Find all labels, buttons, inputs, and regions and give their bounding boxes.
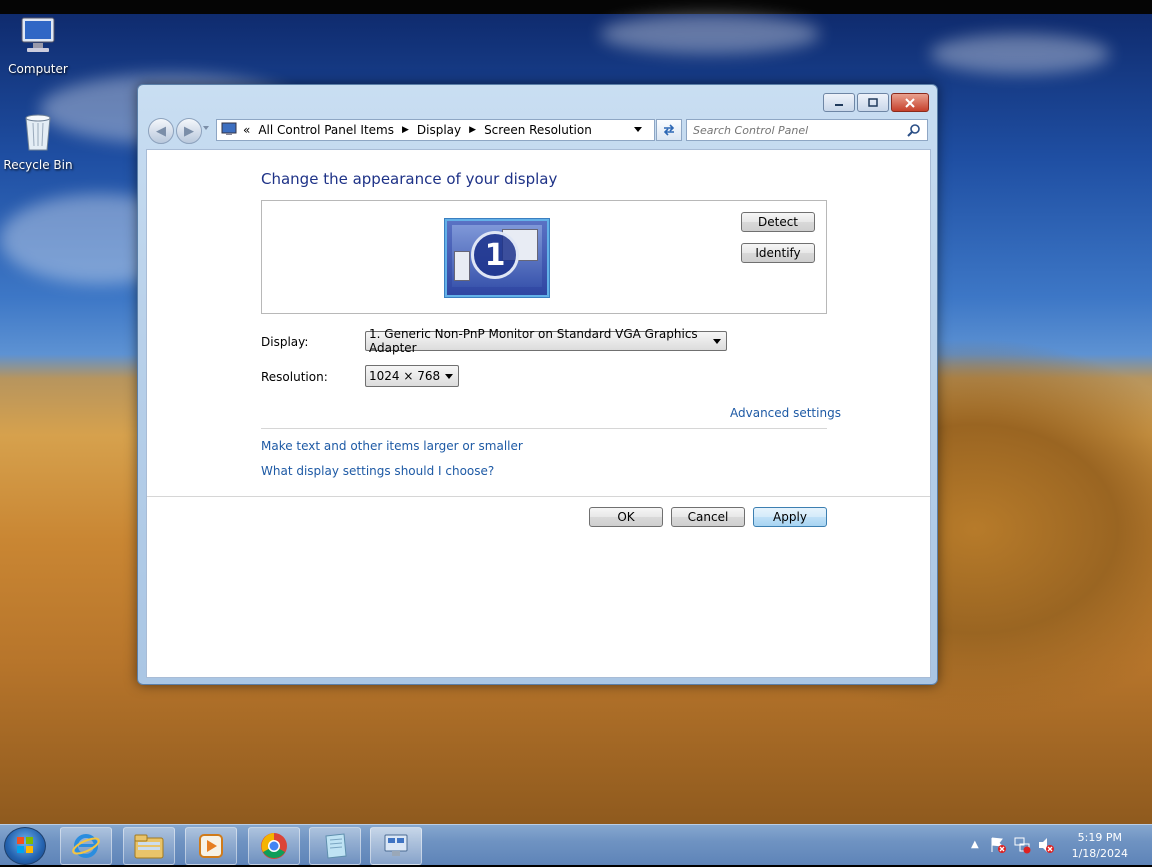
search-icon[interactable] xyxy=(907,123,921,137)
network-icon[interactable] xyxy=(1013,836,1031,854)
minimize-button[interactable] xyxy=(823,93,855,112)
chevron-down-icon xyxy=(713,339,721,344)
recycle-bin-icon xyxy=(16,110,60,154)
show-hidden-icons-icon[interactable]: ▲ xyxy=(971,839,979,850)
desktop-icon-recycle-bin[interactable]: Recycle Bin xyxy=(0,110,78,172)
address-bar[interactable]: « All Control Panel Items ▶ Display ▶ Sc… xyxy=(216,119,655,141)
search-box[interactable] xyxy=(686,119,928,141)
clock-time: 5:19 PM xyxy=(1077,831,1122,844)
forward-arrow-icon: ▶ xyxy=(184,123,194,139)
page-title: Change the appearance of your display xyxy=(261,170,558,188)
taskbar: ▲ 5:19 PM 1/18/2024 xyxy=(0,824,1152,865)
control-panel-icon xyxy=(221,122,237,139)
display-select[interactable]: 1. Generic Non-PnP Monitor on Standard V… xyxy=(365,327,727,355)
content-pane: Change the appearance of your display 1 … xyxy=(146,149,931,678)
back-button[interactable]: ◀ xyxy=(148,118,174,144)
breadcrumb-separator-icon[interactable]: ▶ xyxy=(402,125,409,135)
clock-date: 1/18/2024 xyxy=(1071,847,1128,860)
system-tray: ▲ 5:19 PM 1/18/2024 xyxy=(967,825,1152,865)
resolution-label: Resolution: xyxy=(261,370,328,384)
display-help-link[interactable]: What display settings should I choose? xyxy=(261,464,494,478)
desktop-icon-computer[interactable]: Computer xyxy=(0,14,78,76)
taskbar-internet-explorer[interactable] xyxy=(60,827,112,865)
taskbar-windows-explorer[interactable] xyxy=(123,827,175,865)
close-button[interactable] xyxy=(891,93,929,112)
windows-logo-icon xyxy=(17,837,33,853)
taskbar-chrome[interactable] xyxy=(248,827,300,865)
control-panel-icon xyxy=(384,834,408,856)
ok-button[interactable]: OK xyxy=(589,507,663,527)
display-label: Display: xyxy=(261,335,309,349)
display-select-value: 1. Generic Non-PnP Monitor on Standard V… xyxy=(369,327,698,355)
media-player-icon xyxy=(199,834,223,858)
forward-button[interactable]: ▶ xyxy=(176,118,202,144)
divider xyxy=(147,496,930,497)
notepad-icon xyxy=(325,833,347,859)
address-dropdown-icon[interactable] xyxy=(634,127,642,132)
start-button[interactable] xyxy=(4,827,46,865)
desktop-icon-label: Computer xyxy=(8,62,68,76)
cloud xyxy=(930,34,1110,74)
cloud xyxy=(600,14,820,54)
navigation-bar: ◀ ▶ « All Control Panel Items ▶ Display … xyxy=(146,118,929,144)
advanced-settings-link[interactable]: Advanced settings xyxy=(730,406,841,420)
divider xyxy=(261,428,827,429)
search-input[interactable] xyxy=(687,122,905,138)
top-black-bar xyxy=(0,0,1152,14)
action-center-flag-icon[interactable] xyxy=(989,836,1007,854)
close-icon xyxy=(905,97,915,108)
back-arrow-icon: ◀ xyxy=(156,123,166,139)
chevron-down-icon xyxy=(445,374,453,379)
breadcrumb-overflow[interactable]: « xyxy=(243,123,250,137)
breadcrumb-separator-icon[interactable]: ▶ xyxy=(469,125,476,135)
window-controls xyxy=(823,93,929,112)
minimize-icon xyxy=(835,103,843,106)
text-size-link[interactable]: Make text and other items larger or smal… xyxy=(261,439,523,453)
taskbar-control-panel[interactable] xyxy=(370,827,422,865)
apply-button[interactable]: Apply xyxy=(753,507,827,527)
detect-button[interactable]: Detect xyxy=(741,212,815,232)
taskbar-notepad[interactable] xyxy=(309,827,361,865)
breadcrumb-all-control-panel-items[interactable]: All Control Panel Items xyxy=(258,123,394,137)
identify-button[interactable]: Identify xyxy=(741,243,815,263)
breadcrumb-display[interactable]: Display xyxy=(417,123,461,137)
display-preview-area: 1 Detect Identify xyxy=(261,200,827,314)
folder-icon xyxy=(134,834,164,859)
screen-resolution-window[interactable]: ◀ ▶ « All Control Panel Items ▶ Display … xyxy=(137,84,938,685)
refresh-button[interactable] xyxy=(656,119,682,141)
maximize-button[interactable] xyxy=(857,93,889,112)
internet-explorer-icon xyxy=(72,834,100,858)
volume-muted-icon[interactable] xyxy=(1037,836,1055,854)
cancel-button[interactable]: Cancel xyxy=(671,507,745,527)
maximize-icon xyxy=(868,97,878,107)
desktop-icon-label: Recycle Bin xyxy=(3,158,73,172)
recent-pages-dropdown[interactable] xyxy=(203,126,209,130)
monitor-1-thumbnail[interactable]: 1 xyxy=(445,219,549,297)
resolution-select-value: 1024 × 768 xyxy=(369,369,441,383)
breadcrumb-screen-resolution[interactable]: Screen Resolution xyxy=(484,123,592,137)
monitor-sidebar-graphic xyxy=(454,251,470,281)
system-clock[interactable]: 5:19 PM 1/18/2024 xyxy=(1072,830,1128,862)
computer-icon xyxy=(16,14,60,58)
monitor-number-badge: 1 xyxy=(471,231,519,279)
resolution-select[interactable]: 1024 × 768 xyxy=(365,365,459,387)
refresh-icon xyxy=(663,124,675,136)
chrome-icon xyxy=(261,833,287,859)
taskbar-media-player[interactable] xyxy=(185,827,237,865)
